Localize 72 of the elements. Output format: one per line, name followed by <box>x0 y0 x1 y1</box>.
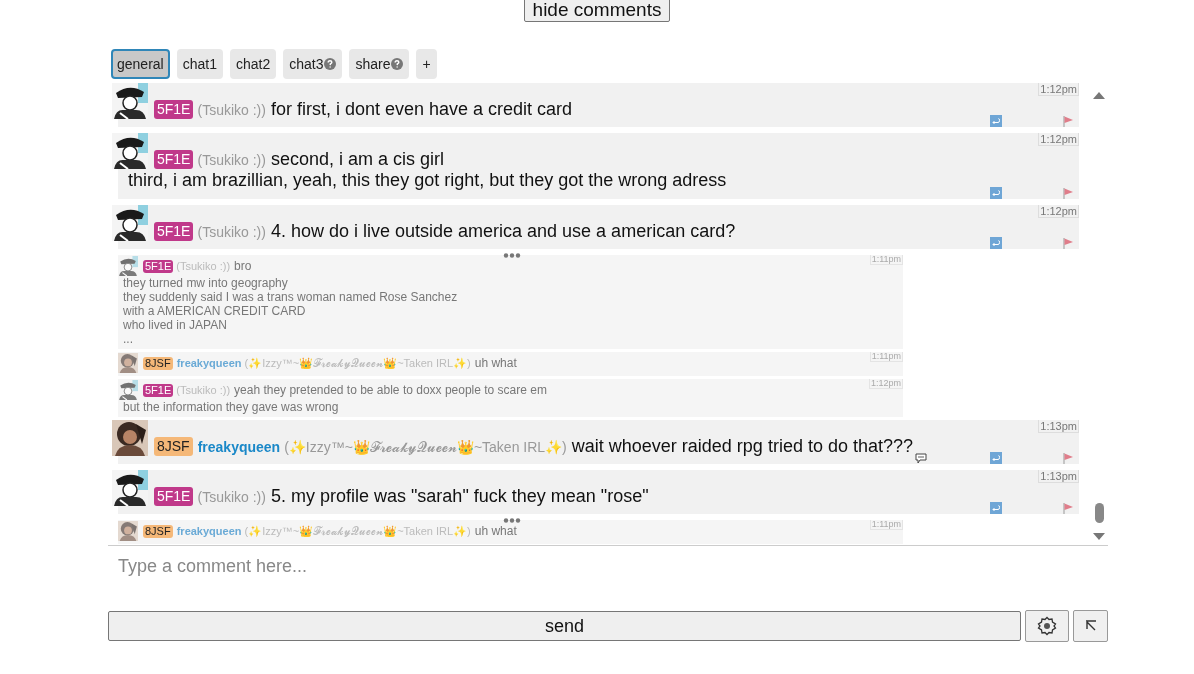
timestamp: 1:11pm <box>869 255 903 265</box>
username: freakyqueen <box>197 438 281 456</box>
message-text: third, i am brazillian, yeah, this they got right, but they got the wrong adress <box>127 169 728 191</box>
user-badge: 8JSF <box>143 524 173 538</box>
settings-icon <box>1037 616 1057 636</box>
timestamp: 1:13pm <box>1038 470 1079 483</box>
display-name: (Tsukiko :)) <box>176 259 231 273</box>
chat-tab[interactable]: + <box>416 48 437 79</box>
message-text: ... <box>122 332 134 346</box>
reply-icon[interactable] <box>990 115 1002 127</box>
message-text: bro <box>234 259 252 273</box>
timestamp: 1:13pm <box>1038 420 1079 433</box>
user-badge: 8JSF <box>143 356 173 370</box>
hide-comments-button[interactable]: hide comments <box>523 0 671 22</box>
more-icon[interactable] <box>503 253 521 258</box>
more-icon[interactable] <box>503 518 521 523</box>
timestamp: 1:12pm <box>1038 205 1079 218</box>
timestamp: 1:12pm <box>1038 133 1079 146</box>
popout-button[interactable] <box>1073 610 1108 642</box>
message-text: 5. my profile was "sarah" fuck they mean "rose" <box>270 486 649 506</box>
username: freakyqueen <box>176 356 242 370</box>
reply-icon[interactable] <box>990 502 1002 514</box>
scroll-up-icon[interactable] <box>1093 91 1105 99</box>
message-text: they turned mw into geography <box>122 276 289 290</box>
user-badge: 5F1E <box>154 487 194 506</box>
reply-icon[interactable] <box>990 452 1002 464</box>
timestamp: 1:12pm <box>868 379 903 389</box>
user-badge: 5F1E <box>154 150 194 169</box>
timestamp: 1:11pm <box>869 520 903 530</box>
chat-tab[interactable]: general <box>111 48 170 79</box>
message-text: they suddenly said I was a trans woman named Rose Sanchez <box>122 290 459 304</box>
settings-button[interactable] <box>1025 610 1069 642</box>
message-text: yeah they pretended to be able to doxx people to scare em <box>234 383 547 397</box>
message-text: but the information they gave was wrong <box>122 400 340 414</box>
message-text: wait whoever raided rpg tried to do that??? <box>571 436 913 456</box>
scroll-down-icon[interactable] <box>1093 533 1105 541</box>
user-badge: 5F1E <box>154 100 194 119</box>
speech-bubble-icon[interactable] <box>915 453 927 464</box>
reply-icon[interactable] <box>990 237 1002 249</box>
user-badge: 5F1E <box>154 222 194 241</box>
arrow-up-left-icon <box>1084 620 1097 632</box>
display-name: (Tsukiko :)) <box>197 151 266 169</box>
display-name: (Tsukiko :)) <box>197 223 266 241</box>
user-badge: 5F1E <box>143 259 174 273</box>
chat-tab[interactable]: share <box>349 48 410 79</box>
message-text: for first, i dont even have a credit card <box>270 99 573 119</box>
flag-icon[interactable] <box>1062 187 1074 199</box>
flag-icon[interactable] <box>1062 452 1074 464</box>
message-text: uh what <box>474 524 517 538</box>
message-text: who lived in JAPAN <box>122 318 228 332</box>
scrollbar-thumb[interactable] <box>1094 503 1104 523</box>
reply-icon[interactable] <box>990 187 1002 199</box>
chat-tab[interactable]: chat3 <box>283 48 343 79</box>
user-badge: 5F1E <box>143 383 174 397</box>
flag-icon[interactable] <box>1062 502 1074 514</box>
display-name: (Tsukiko :)) <box>197 101 266 119</box>
flag-icon[interactable] <box>1062 237 1074 249</box>
timestamp: 1:12pm <box>1038 83 1079 96</box>
send-button[interactable]: send <box>108 611 1021 641</box>
message-text: uh what <box>474 356 517 370</box>
chat-tab[interactable]: chat1 <box>176 48 223 79</box>
message-text: 4. how do i live outside america and use a american card? <box>270 221 736 241</box>
display-name: (Tsukiko :)) <box>197 488 266 506</box>
timestamp: 1:11pm <box>869 352 903 362</box>
flag-icon[interactable] <box>1062 115 1074 127</box>
display-name: (✨Izzy™~👑𝓕𝓻𝓮𝓪𝓴𝔂𝓠𝓾𝓮𝓮𝓷👑~Taken IRL✨) <box>284 438 567 456</box>
user-badge: 8JSF <box>154 437 193 456</box>
message-text: second, i am a cis girl <box>270 149 444 169</box>
chat-tab[interactable]: chat2 <box>229 48 277 79</box>
username: freakyqueen <box>176 524 242 538</box>
message-text: with a AMERICAN CREDIT CARD <box>122 304 307 318</box>
display-name: (Tsukiko :)) <box>176 383 231 397</box>
